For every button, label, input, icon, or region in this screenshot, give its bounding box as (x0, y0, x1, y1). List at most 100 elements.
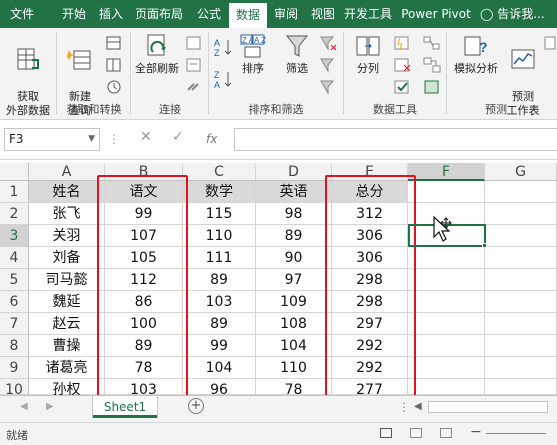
table-cell[interactable] (485, 225, 557, 247)
page-break-view-icon[interactable] (440, 428, 452, 438)
filter-button[interactable]: 筛选 (280, 32, 314, 76)
fill-handle[interactable] (482, 243, 487, 248)
table-cell[interactable]: 张飞 (29, 203, 105, 225)
table-cell[interactable]: 89 (183, 313, 256, 335)
row-header[interactable]: 6 (0, 291, 29, 313)
tab-split-handle-icon[interactable]: ⋮ (398, 400, 410, 414)
table-cell[interactable]: 277 (332, 379, 408, 398)
table-cell[interactable]: 107 (105, 225, 183, 247)
table-cell[interactable] (408, 247, 485, 269)
table-cell[interactable]: 曹操 (29, 335, 105, 357)
table-cell[interactable]: 司马懿 (29, 269, 105, 291)
table-cell[interactable]: 108 (256, 313, 332, 335)
table-cell[interactable] (485, 335, 557, 357)
table-cell[interactable] (485, 247, 557, 269)
tell-me-search[interactable]: ◯ 告诉我... (480, 0, 545, 28)
table-cell[interactable]: 89 (256, 225, 332, 247)
tab-page-layout[interactable]: 页面布局 (131, 0, 187, 28)
what-if-analysis-button[interactable]: ? 模拟分析 (450, 32, 502, 76)
get-external-data-button[interactable]: 获取 外部数据 (2, 32, 54, 118)
edit-links-icon[interactable] (184, 78, 206, 100)
table-cell[interactable]: 306 (332, 247, 408, 269)
manage-data-model-icon[interactable] (422, 78, 444, 100)
table-cell[interactable] (485, 269, 557, 291)
from-table-icon[interactable] (104, 56, 126, 78)
clear-filter-icon[interactable] (318, 34, 340, 56)
tab-insert[interactable]: 插入 (93, 0, 129, 28)
table-cell[interactable] (485, 203, 557, 225)
enter-icon[interactable]: ✓ (172, 129, 184, 145)
table-cell[interactable]: 78 (105, 357, 183, 379)
table-cell[interactable]: 刘备 (29, 247, 105, 269)
sort-descending-icon[interactable]: ZA (213, 68, 235, 90)
table-cell[interactable] (485, 313, 557, 335)
column-header[interactable]: F (408, 163, 485, 181)
table-cell[interactable] (408, 291, 485, 313)
outline-icon[interactable] (544, 34, 556, 56)
normal-view-icon[interactable] (380, 428, 392, 438)
refresh-all-button[interactable]: 全部刷新 (132, 32, 182, 76)
table-cell[interactable]: 104 (256, 335, 332, 357)
table-header-cell[interactable]: 英语 (256, 181, 332, 203)
table-cell[interactable]: 关羽 (29, 225, 105, 247)
row-header[interactable]: 10 (0, 379, 29, 398)
table-cell[interactable]: 98 (256, 203, 332, 225)
table-cell[interactable] (408, 269, 485, 291)
tab-home[interactable]: 开始 (55, 0, 93, 28)
tab-developer[interactable]: 开发工具 (340, 0, 396, 28)
table-header-cell[interactable] (408, 181, 485, 203)
sort-ascending-icon[interactable]: AZ (213, 36, 235, 58)
table-cell[interactable]: 86 (105, 291, 183, 313)
add-sheet-icon[interactable]: + (188, 398, 204, 414)
table-header-cell[interactable] (485, 181, 557, 203)
table-cell[interactable] (408, 313, 485, 335)
table-cell[interactable]: 292 (332, 357, 408, 379)
table-cell[interactable]: 109 (256, 291, 332, 313)
table-cell[interactable]: 298 (332, 291, 408, 313)
zoom-out-icon[interactable]: − (470, 424, 482, 440)
zoom-slider[interactable] (486, 433, 546, 434)
relationships-icon[interactable] (422, 56, 444, 78)
table-cell[interactable]: 魏延 (29, 291, 105, 313)
insert-function-icon[interactable]: fx (206, 132, 217, 146)
table-cell[interactable] (408, 335, 485, 357)
scroll-right-icon[interactable]: ▶ (46, 401, 54, 412)
reapply-icon[interactable] (318, 56, 340, 78)
column-header[interactable]: A (29, 163, 105, 181)
table-cell[interactable]: 115 (183, 203, 256, 225)
advanced-filter-icon[interactable] (318, 78, 340, 100)
column-header[interactable]: E (332, 163, 408, 181)
tab-power-pivot[interactable]: Power Pivot (398, 0, 474, 28)
table-cell[interactable]: 孙权 (29, 379, 105, 398)
table-cell[interactable] (485, 379, 557, 395)
connections-icon[interactable] (184, 34, 206, 56)
tab-file[interactable]: 文件 (2, 0, 42, 28)
remove-duplicates-icon[interactable] (392, 56, 414, 78)
table-cell[interactable]: 100 (105, 313, 183, 335)
table-cell[interactable] (408, 379, 485, 395)
table-header-cell[interactable]: 数学 (183, 181, 256, 203)
table-cell[interactable]: 292 (332, 335, 408, 357)
select-all-corner[interactable] (0, 163, 29, 181)
column-header[interactable]: G (485, 163, 557, 181)
tab-formulas[interactable]: 公式 (190, 0, 228, 28)
column-header[interactable]: C (183, 163, 256, 181)
sheet-tab-sheet1[interactable]: Sheet1 (93, 396, 157, 418)
page-layout-view-icon[interactable] (410, 428, 422, 438)
table-cell[interactable]: 103 (105, 379, 183, 398)
formula-input[interactable] (234, 128, 557, 151)
table-cell[interactable]: 112 (105, 269, 183, 291)
table-header-cell[interactable]: 姓名 (29, 181, 105, 203)
table-cell[interactable]: 89 (105, 335, 183, 357)
table-cell[interactable]: 105 (105, 247, 183, 269)
show-queries-icon[interactable] (104, 34, 126, 56)
table-cell[interactable]: 99 (183, 335, 256, 357)
hscroll-left-icon[interactable]: ◀ (414, 401, 422, 412)
row-header[interactable]: 3 (0, 225, 29, 247)
table-cell[interactable]: 97 (256, 269, 332, 291)
horizontal-scrollbar[interactable] (428, 401, 548, 413)
chevron-down-icon[interactable]: ▼ (88, 129, 95, 150)
row-header[interactable]: 1 (0, 181, 29, 203)
table-cell[interactable]: 110 (256, 357, 332, 379)
row-header[interactable]: 4 (0, 247, 29, 269)
